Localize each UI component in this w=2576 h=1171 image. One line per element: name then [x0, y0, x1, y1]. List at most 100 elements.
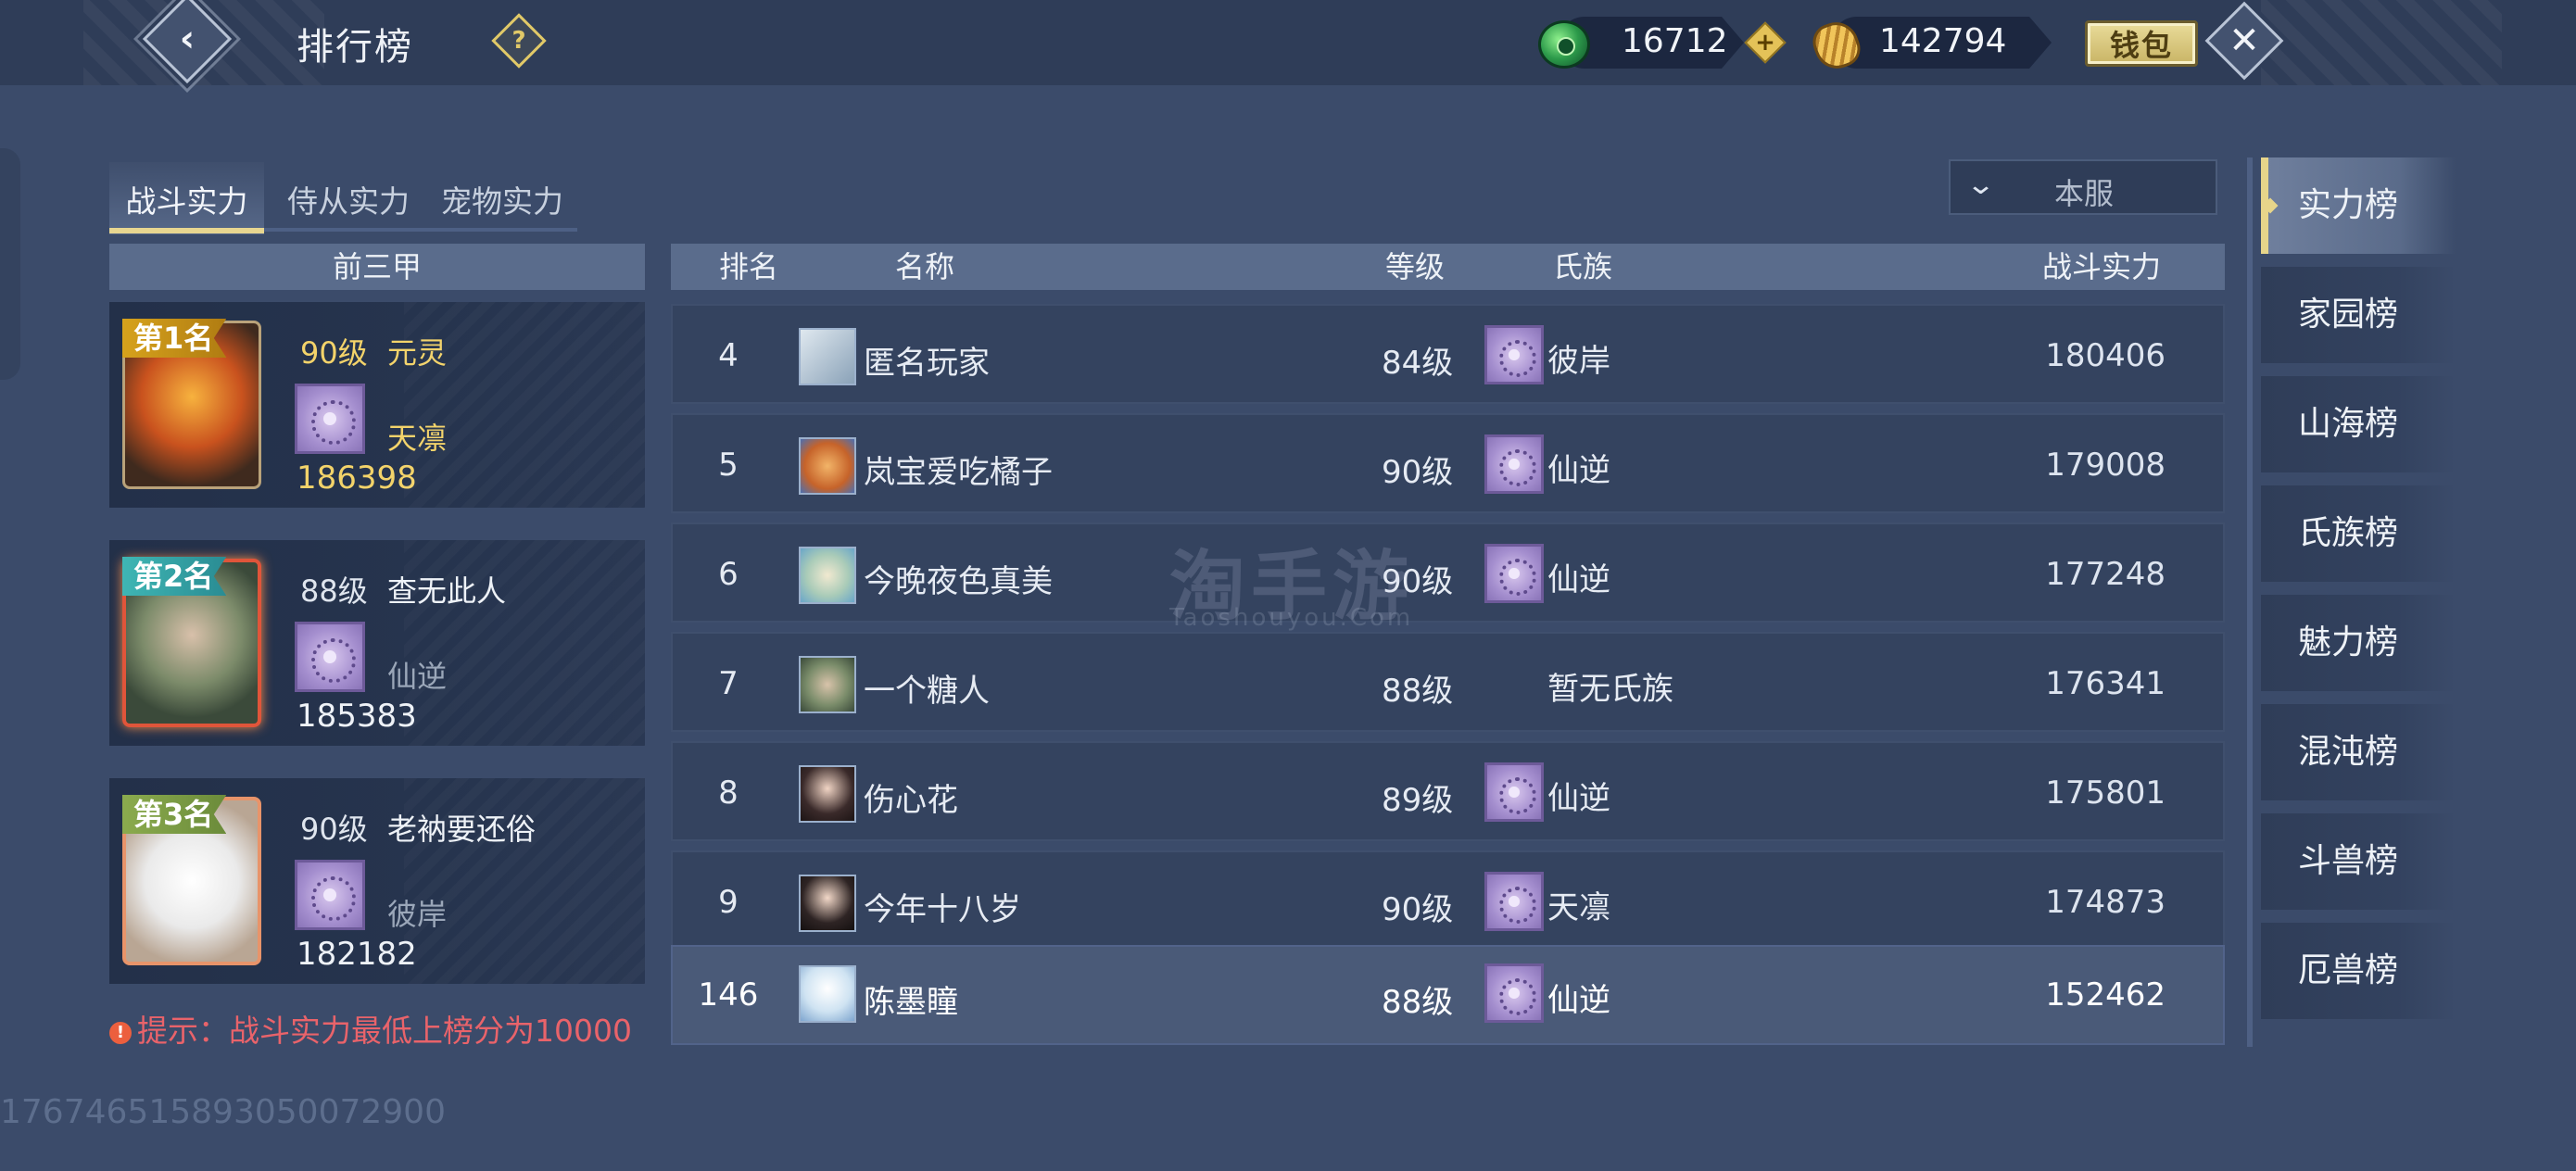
table-row[interactable]: 6 今晚夜色真美 90级 仙逆 177248 [671, 523, 2225, 623]
avatar [799, 875, 856, 932]
tab-servant-power[interactable]: 侍从实力 [269, 162, 428, 234]
col-name-header: 名称 [895, 249, 955, 284]
row-clan: 仙逆 [1547, 982, 1610, 1019]
tip-text: 提示：战斗实力最低上榜分为10000 [137, 1013, 632, 1049]
row-name: 岚宝爱吃橘子 [864, 454, 1053, 491]
player-name: 老衲要还俗 [387, 812, 537, 847]
row-power: 180406 [2045, 337, 2166, 374]
combat-power: 185383 [297, 698, 417, 735]
row-rank: 9 [718, 884, 739, 921]
row-clan: 彼岸 [1547, 343, 1610, 380]
clan-emblem-icon [295, 384, 365, 454]
menu-item-chaos-ranking[interactable]: 混沌榜 [2261, 704, 2456, 800]
row-rank: 146 [698, 976, 759, 1014]
col-power-header: 战斗实力 [2042, 249, 2162, 284]
menu-item-power-ranking[interactable]: 实力榜 [2261, 157, 2456, 254]
min-score-tip: ! 提示：战斗实力最低上榜分为10000 [109, 1006, 632, 1051]
row-name: 今晚夜色真美 [864, 563, 1053, 600]
table-row[interactable]: 9 今年十八岁 90级 天凛 174873 [671, 850, 2225, 951]
table-row[interactable]: 4 匿名玩家 84级 彼岸 180406 [671, 304, 2225, 404]
user-id-text: 17674651589305007​2900 [0, 1093, 446, 1131]
decor-pattern [2261, 0, 2502, 85]
avatar [799, 965, 856, 1023]
jade-amount: 16712 [1622, 22, 1728, 60]
menu-item-charm-ranking[interactable]: 魅力榜 [2261, 595, 2456, 691]
rank-ribbon: 第2名 [122, 557, 227, 596]
combat-power: 186398 [297, 460, 417, 497]
back-icon: ‹ [179, 18, 196, 60]
row-name: 伤心花 [864, 782, 958, 819]
row-name: 陈墨瞳 [864, 984, 958, 1021]
row-clan: 仙逆 [1547, 780, 1610, 817]
wallet-button[interactable]: 钱包 [2085, 20, 2198, 67]
table-row[interactable]: 5 岚宝爱吃橘子 90级 仙逆 179008 [671, 413, 2225, 513]
server-dropdown-value: 本服 [2054, 176, 2115, 211]
player-level: 90级 [300, 335, 368, 371]
player-level: 90级 [300, 812, 368, 847]
clan-emblem-icon [1484, 434, 1544, 494]
clan-emblem-icon [295, 622, 365, 692]
row-level: 90级 [1382, 891, 1454, 928]
row-rank: 4 [718, 337, 739, 374]
server-dropdown[interactable]: ⌄ 本服 [1949, 159, 2217, 215]
col-rank-header: 排名 [719, 249, 779, 284]
close-icon: ✕ [2229, 19, 2260, 62]
tab-active-indicator [109, 228, 264, 233]
row-level: 90级 [1382, 454, 1454, 491]
table-header: 排名 名称 等级 氏族 战斗实力 [671, 244, 2225, 290]
row-power: 152462 [2045, 976, 2166, 1014]
row-clan: 暂无氏族 [1547, 671, 1673, 708]
row-name: 匿名玩家 [864, 345, 990, 382]
top3-card-1[interactable]: 第1名 90级 元灵 天凛 186398 [109, 302, 645, 508]
tab-combat-power[interactable]: 战斗实力 [109, 162, 264, 234]
menu-item-calamity-beast-ranking[interactable]: 厄兽榜 [2261, 923, 2456, 1019]
rank-ribbon: 第3名 [122, 795, 227, 834]
row-clan: 仙逆 [1547, 452, 1610, 489]
clan-name: 仙逆 [387, 659, 448, 694]
anonymous-avatar-icon [799, 328, 856, 385]
menu-divider [2247, 157, 2253, 1047]
clan-emblem-icon [295, 860, 365, 930]
my-rank-row[interactable]: 146 陈墨瞳 88级 仙逆 152462 [671, 945, 2225, 1045]
clan-name: 天凛 [387, 421, 448, 456]
clan-name: 彼岸 [387, 897, 448, 932]
table-row[interactable]: 7 一个糖人 88级 暂无氏族 176341 [671, 632, 2225, 732]
row-power: 174873 [2045, 884, 2166, 921]
row-power: 177248 [2045, 556, 2166, 593]
clan-emblem-icon [1484, 325, 1544, 384]
player-name: 元灵 [387, 335, 448, 371]
chevron-down-icon: ⌄ [1965, 169, 1996, 201]
row-name: 一个糖人 [864, 673, 990, 710]
top3-card-3[interactable]: 第3名 90级 老衲要还俗 彼岸 182182 [109, 778, 645, 984]
row-name: 今年十八岁 [864, 891, 1021, 928]
watermark-sub: Taoshouyou.Com [1169, 604, 1414, 632]
row-level: 88级 [1382, 984, 1454, 1021]
row-level: 89级 [1382, 782, 1454, 819]
page-title: 排行榜 [297, 26, 413, 69]
row-rank: 7 [718, 665, 739, 702]
menu-item-beast-fight-ranking[interactable]: 斗兽榜 [2261, 813, 2456, 910]
table-row[interactable]: 8 伤心花 89级 仙逆 175801 [671, 741, 2225, 841]
warning-icon: ! [109, 1022, 132, 1044]
row-power: 176341 [2045, 665, 2166, 702]
avatar [799, 656, 856, 713]
row-clan: 仙逆 [1547, 561, 1610, 598]
top3-card-2[interactable]: 第2名 88级 查无此人 仙逆 185383 [109, 540, 645, 746]
avatar [799, 437, 856, 495]
menu-item-home-ranking[interactable]: 家园榜 [2261, 267, 2456, 363]
clan-emblem-icon [1484, 963, 1544, 1023]
avatar [799, 765, 856, 823]
avatar [799, 547, 856, 604]
menu-item-clan-ranking[interactable]: 氏族榜 [2261, 485, 2456, 582]
combat-power: 182182 [297, 936, 417, 973]
tab-pet-power[interactable]: 宠物实力 [428, 162, 576, 234]
row-rank: 8 [718, 774, 739, 812]
row-rank: 5 [718, 447, 739, 484]
row-level: 88级 [1382, 673, 1454, 710]
clan-emblem-icon [1484, 872, 1544, 931]
side-pull-tab[interactable] [0, 148, 20, 380]
player-name: 查无此人 [387, 573, 507, 609]
menu-item-shanhai-ranking[interactable]: 山海榜 [2261, 376, 2456, 472]
jade-coin-icon [1538, 20, 1590, 69]
row-clan: 天凛 [1547, 889, 1610, 926]
